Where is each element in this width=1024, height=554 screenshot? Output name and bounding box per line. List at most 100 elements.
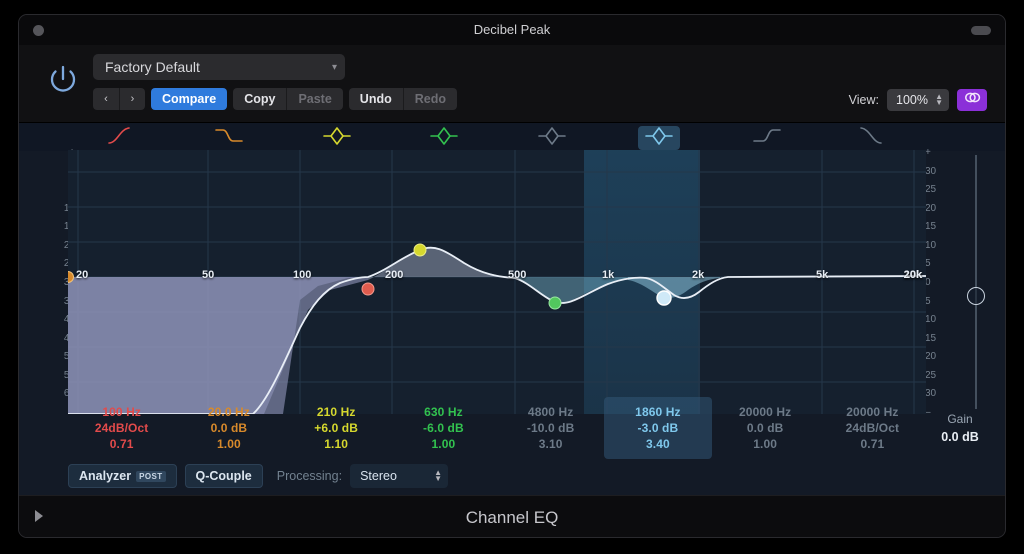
band-6-q-value[interactable]: 3.40 [646, 437, 670, 451]
redo-button[interactable]: Redo [402, 88, 457, 110]
link-button[interactable] [957, 89, 987, 111]
chevron-down-icon: ▾ [331, 61, 337, 73]
copy-button[interactable]: Copy [233, 88, 287, 110]
band-1-q-value[interactable]: 0.71 [110, 437, 134, 451]
gain-slider-handle[interactable] [967, 287, 985, 305]
eq-graph[interactable]: 20 50 100 200 500 1k 2k 5k 10k 20k [68, 150, 926, 414]
band-1-frequency-value[interactable]: 100 Hz [102, 405, 141, 419]
analyzer-button[interactable]: Analyzer POST [68, 464, 177, 488]
band-7-frequency-value[interactable]: 20000 Hz [739, 405, 791, 419]
band-6-gain-value[interactable]: -3.0 dB [638, 421, 679, 435]
view-zoom-stepper[interactable]: 100% ▲ ▼ [887, 89, 949, 111]
title-bar: Decibel Peak [19, 15, 1005, 45]
view-label: View: [848, 93, 879, 107]
band-3-frequency-value[interactable]: 210 Hz [317, 405, 356, 419]
band-8-q-value[interactable]: 0.71 [860, 437, 884, 451]
next-preset-button[interactable]: › [119, 88, 145, 110]
gain-slider-track [975, 155, 977, 409]
master-gain-column: Gain 0.0 dB [923, 397, 997, 459]
band-8-frequency-value[interactable]: 20000 Hz [846, 405, 898, 419]
band-4-frequency-value[interactable]: 630 Hz [424, 405, 463, 419]
lowpass-icon [859, 125, 889, 152]
band-8-gain-value[interactable]: 24dB/Oct [846, 421, 899, 435]
scale-tick: 20 [925, 202, 937, 214]
q-couple-button[interactable]: Q-Couple [184, 464, 263, 488]
scale-tick: 25 [925, 184, 937, 196]
preset-nav-group: ‹ › [93, 88, 145, 110]
eq-curve-svg [68, 150, 926, 414]
scale-tick: 10 [925, 239, 937, 251]
window-title: Decibel Peak [473, 22, 551, 37]
band-6-frequency-value[interactable]: 1860 Hz [635, 405, 680, 419]
processing-select[interactable]: Stereo ▲ ▼ [350, 464, 449, 488]
scale-tick: 0 [925, 277, 931, 288]
paste-button[interactable]: Paste [286, 88, 343, 110]
scale-tick: 5 [925, 295, 931, 307]
undo-button[interactable]: Undo [348, 88, 403, 110]
compare-button[interactable]: Compare [151, 88, 228, 110]
power-button[interactable] [43, 59, 83, 99]
preset-menu[interactable]: Factory Default ▾ [93, 54, 345, 80]
band-1-gain-value[interactable]: 24dB/Oct [95, 421, 148, 435]
previous-preset-button[interactable]: ‹ [93, 88, 119, 110]
view-controls: View: 100% ▲ ▼ [849, 89, 987, 111]
band-handle-6 [656, 290, 672, 306]
band-8-type-button[interactable] [853, 126, 895, 150]
band-2-type-button[interactable] [208, 126, 250, 150]
band-4-q-value[interactable]: 1.00 [431, 437, 455, 451]
band-4-type-button[interactable] [423, 126, 465, 150]
eq-db-scale: +30 25 20 15 10 5 0 5 10 15 20 25 30– [923, 147, 963, 418]
footer: Channel EQ [19, 495, 1005, 537]
eq-bottom-controls: Analyzer POST Q-Couple Processing: Stere… [68, 463, 449, 489]
stepper-arrows-icon: ▲ ▼ [935, 92, 943, 107]
preset-name: Factory Default [105, 59, 200, 75]
band-handle-4 [548, 296, 562, 310]
analyzer-mode-badge[interactable]: POST [136, 470, 166, 482]
analyzer-label: Analyzer [79, 469, 132, 483]
lowshelf-icon [214, 125, 244, 152]
band-3-type-button[interactable] [316, 126, 358, 150]
bell-icon [322, 125, 352, 152]
band-5-q-value[interactable]: 3.10 [539, 437, 563, 451]
gain-value[interactable]: 0.0 dB [941, 430, 979, 444]
band-7-gain-value[interactable]: 0.0 dB [747, 421, 784, 435]
band-3-gain-value[interactable]: +6.0 dB [314, 421, 358, 435]
band-7-type-button[interactable] [746, 126, 788, 150]
scale-tick: 10 [925, 314, 937, 326]
processing-value: Stereo [360, 469, 397, 483]
eq-display: +051015202530354045505560– +302520151050… [19, 123, 1005, 495]
band-5-gain-value[interactable]: -10.0 dB [527, 421, 574, 435]
band-5-frequency-value[interactable]: 4800 Hz [528, 405, 573, 419]
band-4-params: 630 Hz -6.0 dB 1.00 [390, 397, 497, 459]
band-3-params: 210 Hz +6.0 dB 1.10 [283, 397, 390, 459]
band-2-frequency-value[interactable]: 20.0 Hz [208, 405, 250, 419]
resize-handle[interactable] [971, 26, 991, 35]
scale-tick: 20 [925, 351, 937, 363]
stepper-arrows-icon: ▲ ▼ [434, 468, 443, 483]
band-2-q-value[interactable]: 1.00 [217, 437, 241, 451]
band-5-type-button[interactable] [531, 126, 573, 150]
toolbar-button-row: ‹ › Compare Copy Paste Undo Redo [93, 88, 457, 110]
gain-label: Gain [947, 412, 973, 426]
band-2-params: 20.0 Hz 0.0 dB 1.00 [175, 397, 282, 459]
band-7-q-value[interactable]: 1.00 [753, 437, 777, 451]
toolbar: Factory Default ▾ ‹ › Compare Copy Paste… [19, 45, 1005, 123]
band-5-params: 4800 Hz -10.0 dB 3.10 [497, 397, 604, 459]
link-icon [964, 91, 981, 109]
band-2-gain-value[interactable]: 0.0 dB [211, 421, 248, 435]
band-4-gain-value[interactable]: -6.0 dB [423, 421, 464, 435]
band-parameter-table: 100 Hz 24dB/Oct 0.71 20.0 Hz 0.0 dB 1.00 210 H… [68, 397, 926, 459]
power-icon [46, 62, 80, 96]
highshelf-icon [752, 125, 782, 152]
master-gain-slider[interactable] [961, 147, 991, 417]
band-handle-3 [413, 243, 427, 257]
scale-tick: 30 [925, 165, 937, 177]
band-7-params: 20000 Hz 0.0 dB 1.00 [712, 397, 819, 459]
band-3-q-value[interactable]: 1.10 [324, 437, 348, 451]
band-1-params: 100 Hz 24dB/Oct 0.71 [68, 397, 175, 459]
highpass-icon [107, 125, 137, 152]
band-6-type-button[interactable] [638, 126, 681, 150]
band-1-type-button[interactable] [101, 126, 143, 150]
plugin-window: Decibel Peak Factory Default ▾ ‹ › Compa… [18, 14, 1006, 538]
band-6-params: 1860 Hz -3.0 dB 3.40 [604, 397, 712, 459]
